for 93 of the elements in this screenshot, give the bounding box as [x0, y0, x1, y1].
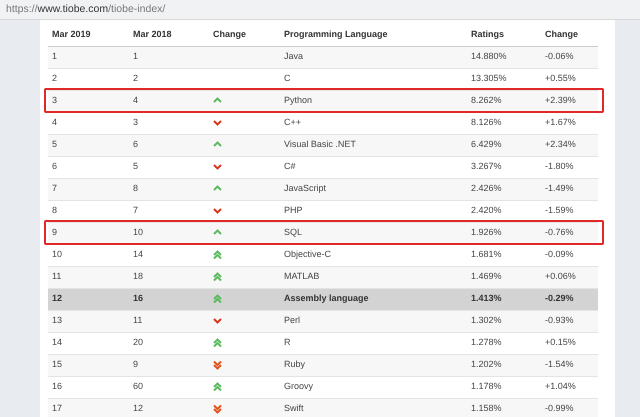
table-cell: 16 — [52, 381, 62, 392]
table-cell: 4 — [133, 95, 138, 106]
table-cell: -1.59% — [545, 205, 574, 216]
table-cell: +0.55% — [545, 73, 576, 84]
table-cell: C — [284, 73, 290, 84]
table-cell: SQL — [284, 227, 302, 238]
table-cell: 1.413% — [471, 293, 502, 304]
column-header: Change — [209, 24, 280, 46]
table-cell: 1.178% — [471, 381, 502, 392]
table-cell: -1.49% — [545, 183, 574, 194]
url-text: https://www.tiobe.com/tiobe-index/ — [6, 3, 166, 15]
table-cell: 10 — [52, 249, 62, 260]
table-cell: +1.04% — [545, 381, 576, 392]
table-cell: 1.469% — [471, 271, 502, 282]
table-cell: 8.126% — [471, 117, 502, 128]
table-cell: -0.93% — [545, 315, 574, 326]
table-cell: 14.880% — [471, 51, 507, 62]
table-cell: 3 — [133, 117, 138, 128]
table-cell: +2.39% — [545, 95, 576, 106]
table-cell: 3 — [52, 95, 58, 106]
table-cell: MATLAB — [284, 271, 320, 282]
table-cell: 1.158% — [471, 403, 502, 414]
table-cell: 1.278% — [471, 337, 502, 348]
table-cell: PHP — [284, 205, 303, 216]
table-cell: 7 — [133, 205, 138, 216]
table-cell: 6.429% — [471, 139, 502, 150]
column-header: Mar 2019 — [48, 24, 129, 46]
table-cell: Objective-C — [284, 249, 332, 260]
table-cell: 4 — [52, 117, 58, 128]
table-cell: -0.06% — [545, 51, 574, 62]
table-cell: 1.202% — [471, 359, 502, 370]
table-cell: 13 — [52, 315, 62, 326]
table-cell: 8 — [133, 183, 138, 194]
table-cell: +2.34% — [545, 139, 576, 150]
table-cell: 60 — [133, 381, 144, 392]
table-cell: C++ — [284, 117, 302, 128]
table-cell: Ruby — [284, 359, 306, 370]
table-cell: 9 — [133, 359, 138, 370]
table-cell: 11 — [133, 315, 142, 326]
table-cell: 2.420% — [471, 205, 502, 216]
table-cell: 1.302% — [471, 315, 502, 326]
table-cell: +1.67% — [545, 117, 576, 128]
table-cell: 15 — [52, 359, 62, 370]
table-cell: 8 — [52, 205, 58, 216]
table-cell: 9 — [52, 227, 58, 238]
table-cell: 18 — [133, 271, 144, 282]
table-cell: 1.926% — [471, 227, 502, 238]
table-cell: Assembly language — [284, 293, 369, 304]
table-cell: C# — [284, 161, 296, 172]
table-cell: 1.681% — [471, 249, 502, 260]
table-cell: 12 — [52, 293, 62, 304]
table-cell: R — [284, 337, 290, 348]
table-cell: JavaScript — [284, 183, 326, 194]
table-cell: +0.06% — [545, 271, 576, 282]
table-cell: 16 — [133, 293, 144, 304]
column-header: Programming Language — [280, 24, 467, 46]
table-cell: -0.99% — [545, 403, 574, 414]
table-cell: 10 — [133, 227, 144, 238]
address-bar[interactable]: https://www.tiobe.com/tiobe-index/ — [0, 0, 640, 20]
table-cell: 20 — [133, 337, 144, 348]
table-cell: Swift — [284, 403, 304, 414]
table-cell: -1.80% — [545, 161, 574, 172]
table-cell: 2 — [133, 73, 138, 84]
column-header: Change — [541, 24, 598, 46]
table-cell: -0.76% — [545, 227, 574, 238]
table-cell: 8.262% — [471, 95, 502, 106]
table-cell: Perl — [284, 315, 300, 326]
column-header: Ratings — [467, 24, 541, 46]
table-cell: 1 — [133, 51, 138, 62]
table-cell: 13.305% — [471, 73, 507, 84]
table-cell: -0.29% — [545, 293, 574, 304]
table-cell: +0.15% — [545, 337, 576, 348]
table-cell: Java — [284, 51, 304, 62]
table-cell: 17 — [52, 403, 62, 414]
table-cell: -0.09% — [545, 249, 574, 260]
table-cell: 2 — [52, 73, 58, 84]
table-cell: 6 — [133, 139, 138, 150]
table-cell: 6 — [52, 161, 58, 172]
table-cell: 12 — [133, 403, 144, 414]
table-cell: 3.267% — [471, 161, 502, 172]
column-header: Mar 2018 — [129, 24, 209, 46]
table-cell: 5 — [52, 139, 58, 150]
table-cell: -1.54% — [545, 359, 574, 370]
table-cell: 7 — [52, 183, 58, 194]
table-cell: 14 — [52, 337, 62, 348]
table-cell: Groovy — [284, 381, 314, 392]
table-cell: Python — [284, 95, 312, 106]
table-cell: 1 — [52, 51, 58, 62]
table-cell: 2.426% — [471, 183, 502, 194]
table-cell: 14 — [133, 249, 144, 260]
table-cell: 5 — [133, 161, 138, 172]
table-cell: 11 — [52, 271, 62, 282]
table-cell: Visual Basic .NET — [284, 139, 356, 150]
